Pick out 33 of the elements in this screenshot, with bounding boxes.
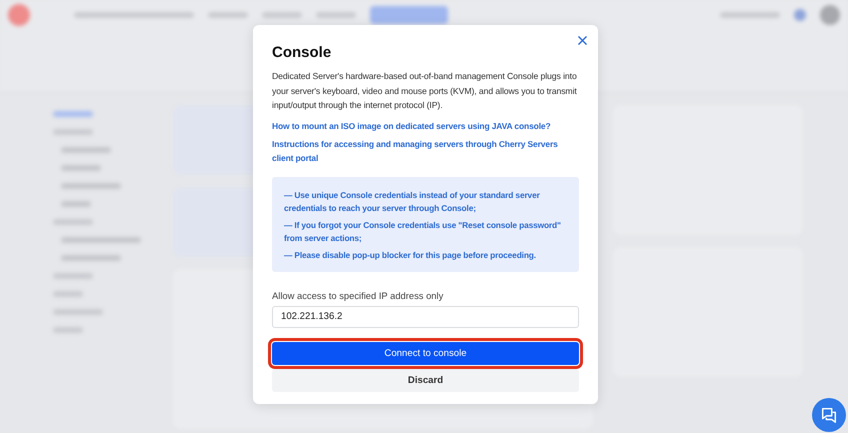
dialog-title: Console [272, 44, 332, 61]
sidebar-item[interactable] [61, 237, 141, 243]
nav-item[interactable] [262, 12, 302, 18]
note-text: — Use unique Console credentials instead of your standard server credentials to reach your server through Console; [284, 188, 541, 214]
close-icon[interactable] [577, 35, 588, 46]
sidebar-item[interactable] [53, 309, 103, 315]
connect-button[interactable]: Connect to console [272, 342, 579, 364]
sidebar-item[interactable] [61, 183, 121, 189]
sidebar-item[interactable] [53, 273, 93, 279]
avatar-icon[interactable] [820, 5, 840, 25]
help-link[interactable]: How to mount an ISO image on dedicated servers using JAVA console? [272, 118, 579, 132]
ip-address-field[interactable]: 102.221.136.2 [272, 306, 579, 328]
nav-item[interactable] [208, 12, 248, 18]
sidebar-item[interactable] [53, 111, 93, 117]
chat-icon[interactable] [812, 398, 846, 432]
description-text: Dedicated Server's hardware-based out-of-band management Console plugs into your server's keyboard, video and mouse ports (KVM), and allows you to transmit input/output through the internet protocol (IP). [272, 70, 578, 112]
sidebar-item[interactable] [61, 255, 121, 261]
nav-item[interactable] [316, 12, 356, 18]
discard-button[interactable]: Discard [272, 368, 579, 392]
note-text: — If you forgot your Console credentials use "Reset console password" from server actions; [284, 218, 562, 244]
notification-icon[interactable] [794, 9, 806, 21]
help-link[interactable]: Instructions for accessing and managing servers through Cherry Servers client portal [272, 136, 579, 164]
new-instance-button[interactable] [370, 6, 448, 24]
sidebar-item[interactable] [53, 129, 93, 135]
sidebar-item[interactable] [53, 291, 83, 297]
sidebar-item[interactable] [61, 147, 111, 153]
sidebar-item[interactable] [53, 327, 83, 333]
logo-icon [8, 4, 30, 26]
note-text: — Please disable pop-up blocker for this page before proceeding. [284, 248, 537, 262]
sidebar-item[interactable] [61, 165, 101, 171]
field-label: Allow access to specified IP address only [272, 290, 444, 300]
sidebar-item[interactable] [53, 219, 93, 225]
sidebar-item[interactable] [61, 201, 91, 207]
